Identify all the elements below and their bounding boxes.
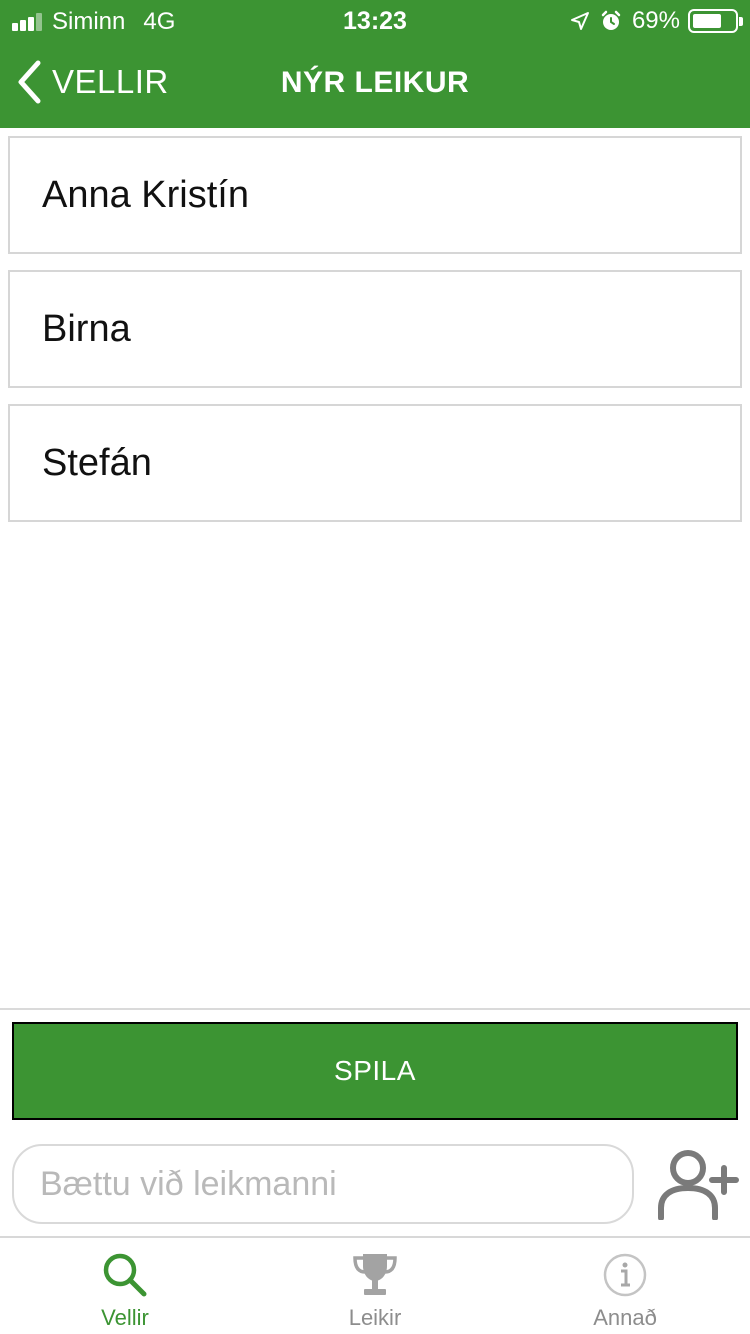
add-user-icon [658, 1150, 739, 1221]
app-header: Siminn 4G 13:23 69% VELLIR NÝR LEIKUR [0, 0, 750, 128]
player-name: Anna Kristín [42, 173, 249, 216]
player-row[interactable]: Birna [8, 270, 742, 388]
add-player-input[interactable] [12, 1144, 634, 1224]
player-name: Stefán [42, 441, 152, 484]
page-title: NÝR LEIKUR [280, 66, 470, 99]
status-right: 69% [570, 7, 743, 35]
tab-label: Annað [593, 1305, 657, 1330]
trophy-icon [353, 1254, 397, 1295]
battery-icon [688, 9, 743, 33]
play-button[interactable]: SPILA [12, 1022, 738, 1120]
player-row[interactable]: Anna Kristín [8, 136, 742, 254]
divider [0, 1008, 750, 1010]
add-player-button[interactable] [654, 1148, 740, 1221]
tab-label: Vellir [101, 1305, 149, 1330]
tab-annad[interactable]: Annað [500, 1238, 750, 1334]
location-arrow-icon [570, 12, 589, 30]
tab-label: Leikir [348, 1305, 402, 1330]
player-row[interactable]: Stefán [8, 404, 742, 522]
tab-leikir[interactable]: Leikir [250, 1238, 500, 1334]
navigation-bar: VELLIR NÝR LEIKUR [0, 42, 750, 128]
player-name: Birna [42, 307, 131, 350]
add-player-row [0, 1144, 750, 1224]
tab-bar: Vellir Leikir Annað [0, 1236, 750, 1334]
info-icon [603, 1253, 647, 1297]
alarm-icon [601, 10, 621, 30]
battery-percent: 69% [631, 7, 680, 34]
status-bar: Siminn 4G 13:23 69% [0, 0, 750, 42]
player-list: Anna Kristín Birna Stefán [8, 136, 742, 538]
search-icon [103, 1253, 147, 1297]
tab-vellir[interactable]: Vellir [0, 1238, 250, 1334]
